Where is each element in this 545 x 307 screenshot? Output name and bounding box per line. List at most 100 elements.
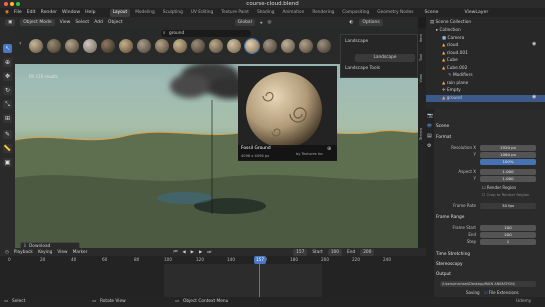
blender-logo-icon[interactable]: ◉ — [5, 10, 9, 15]
prev-keyframe-icon[interactable]: ◀ — [182, 250, 185, 255]
workspace-tab-geometry-nodes[interactable]: Geometry Nodes — [374, 9, 416, 17]
viewport-shading-icon[interactable]: ◐ — [349, 20, 353, 25]
frame-rate-dropdown[interactable]: 30 fps — [480, 203, 536, 209]
outliner-row[interactable]: ▲ Cube.002 — [426, 65, 545, 73]
close-window-icon[interactable] — [4, 2, 8, 6]
render-props-icon[interactable]: 📷 — [427, 113, 433, 119]
landscape-button[interactable]: Landscape — [355, 54, 415, 62]
visibility-eye-icon[interactable]: ◉ — [532, 94, 536, 100]
workspace-tab-texture-paint[interactable]: Texture Paint — [218, 9, 252, 17]
sidebar-tab-view[interactable]: View — [419, 74, 425, 83]
play-icon[interactable]: ▶ — [191, 250, 194, 255]
current-frame-field[interactable]: 157 — [293, 248, 308, 256]
sidebar-tab-terrain[interactable]: Terrain — [419, 128, 425, 140]
sidebar-tab-tool[interactable]: Tool — [419, 54, 425, 61]
playhead-frame-badge[interactable]: 157 — [254, 256, 266, 264]
sidebar-tab-item[interactable]: Item — [419, 34, 425, 42]
aspect-y-field[interactable]: 1.000 — [480, 176, 536, 182]
menu-edit[interactable]: Edit — [27, 10, 36, 15]
menu-file[interactable]: File — [14, 10, 22, 15]
snap-icon[interactable]: ⌖ — [260, 20, 263, 26]
outliner-row-selected[interactable]: ▲ ground — [426, 94, 545, 102]
asset-thumbnail[interactable] — [191, 39, 205, 53]
minimize-window-icon[interactable] — [10, 2, 14, 6]
view-layer-props-icon[interactable]: ▤ — [427, 133, 432, 139]
format-section-header[interactable]: Format — [436, 134, 544, 141]
frame-step-field[interactable]: 1 — [480, 239, 536, 245]
timeline-area[interactable]: 0 20 40 60 80 100 120 140 160 180 200 22… — [0, 256, 426, 297]
asset-thumbnail[interactable] — [29, 39, 43, 53]
outliner-row[interactable]: ■ Camera — [426, 35, 545, 43]
outliner-row[interactable]: ▸ Collection — [426, 27, 545, 35]
jump-start-icon[interactable]: ⏮ — [173, 250, 177, 255]
output-path-field[interactable]: /Users/michael/Desktop/RAIN ANIMATION/ — [440, 281, 536, 287]
next-keyframe-icon[interactable]: ▶ — [199, 250, 202, 255]
outliner-row[interactable]: ▤ Scene Collection — [426, 19, 545, 27]
workspace-tab-rendering[interactable]: Rendering — [309, 9, 337, 17]
cursor-tool-icon[interactable]: ⊕ — [3, 58, 12, 67]
viewport-menu-view[interactable]: View — [60, 20, 71, 25]
zoom-window-icon[interactable] — [16, 2, 20, 6]
scene-selector[interactable]: Scene — [424, 10, 438, 15]
rotate-tool-icon[interactable]: ↻ — [3, 86, 12, 95]
asset-thumbnail[interactable] — [65, 39, 79, 53]
editor-type-icon[interactable]: ▣ — [5, 19, 16, 26]
menu-window[interactable]: Window — [62, 10, 80, 15]
resolution-percent-field[interactable]: 100% — [480, 159, 536, 165]
outliner-row[interactable]: ▲ Cube — [426, 57, 545, 65]
asset-thumbnail[interactable] — [263, 39, 277, 53]
outliner-row[interactable]: ▲ cloud — [426, 42, 545, 50]
asset-thumbnail[interactable] — [83, 39, 97, 53]
workspace-tab-compositing[interactable]: Compositing — [339, 9, 372, 17]
move-tool-icon[interactable]: ✥ — [3, 72, 12, 81]
asset-thumbnail[interactable] — [317, 39, 331, 53]
stereoscopy-section-header[interactable]: Stereoscopy — [436, 261, 544, 268]
end-frame-field[interactable]: 200 — [360, 248, 375, 256]
workspace-tab-modeling[interactable]: Modeling — [132, 9, 158, 17]
workspace-tab-layout[interactable]: Layout — [109, 8, 131, 17]
frame-range-section-header[interactable]: Frame Range — [436, 214, 544, 221]
start-frame-field[interactable]: 100 — [327, 248, 343, 256]
annotate-tool-icon[interactable]: ✎ — [3, 130, 12, 139]
output-section-header[interactable]: Output — [436, 271, 544, 278]
file-extensions-checkbox[interactable]: ☑ File Extensions — [484, 290, 519, 295]
asset-search-input[interactable]: ⌕ ground — [161, 30, 251, 37]
outliner-row[interactable]: ▲ cloud.001 — [426, 50, 545, 58]
scale-tool-icon[interactable]: ⤡ — [3, 100, 12, 109]
visibility-eye-icon[interactable]: ◉ — [532, 41, 536, 47]
proportional-edit-icon[interactable]: ◎ — [267, 20, 271, 25]
workspace-tab-shading[interactable]: Shading — [254, 9, 277, 17]
viewport-menu-object[interactable]: Object — [108, 20, 123, 25]
scene-props-icon[interactable]: ⚙ — [427, 143, 431, 149]
frame-end-field[interactable]: 200 — [480, 232, 536, 238]
aspect-x-field[interactable]: 1.000 — [480, 169, 536, 175]
select-box-tool-icon[interactable]: ↖ — [3, 44, 12, 53]
timeline-menu-playback[interactable]: Playback — [14, 250, 33, 255]
asset-thumbnail[interactable] — [281, 39, 295, 53]
viewport-menu-add[interactable]: Add — [94, 20, 103, 25]
measure-tool-icon[interactable]: 📏 — [3, 144, 12, 153]
asset-strip-left-arrow-icon[interactable]: ‹ — [19, 40, 21, 47]
options-dropdown[interactable]: Options — [359, 19, 383, 26]
timeline-menu-keying[interactable]: Keying — [38, 250, 52, 255]
playhead-line[interactable] — [259, 264, 260, 297]
outliner-row[interactable]: ✢ Empty — [426, 87, 545, 95]
workspace-tab-uv-editing[interactable]: UV Editing — [188, 9, 216, 17]
timeline-menu-marker[interactable]: Marker — [73, 250, 88, 255]
menu-help[interactable]: Help — [85, 10, 95, 15]
asset-thumbnail[interactable] — [137, 39, 151, 53]
asset-thumbnail[interactable] — [47, 39, 61, 53]
output-props-icon[interactable]: 🖶 — [427, 123, 432, 131]
asset-thumbnail[interactable] — [173, 39, 187, 53]
view-layer-selector[interactable]: ViewLayer — [465, 10, 489, 15]
add-cube-tool-icon[interactable]: ▣ — [3, 158, 12, 167]
viewport-menu-select[interactable]: Select — [75, 20, 89, 25]
timeline-editor-icon[interactable]: ◷ — [5, 250, 9, 255]
outliner-row[interactable]: ✎ Modifiers — [426, 72, 545, 80]
asset-thumbnail-selected[interactable] — [244, 38, 260, 54]
asset-thumbnail[interactable] — [101, 39, 115, 53]
time-stretching-section-header[interactable]: Time Stretching — [436, 251, 544, 258]
workspace-tab-sculpting[interactable]: Sculpting — [160, 9, 186, 17]
landscape-tools-section[interactable]: Landscape Tools — [345, 66, 380, 71]
asset-thumbnail[interactable] — [209, 39, 223, 53]
